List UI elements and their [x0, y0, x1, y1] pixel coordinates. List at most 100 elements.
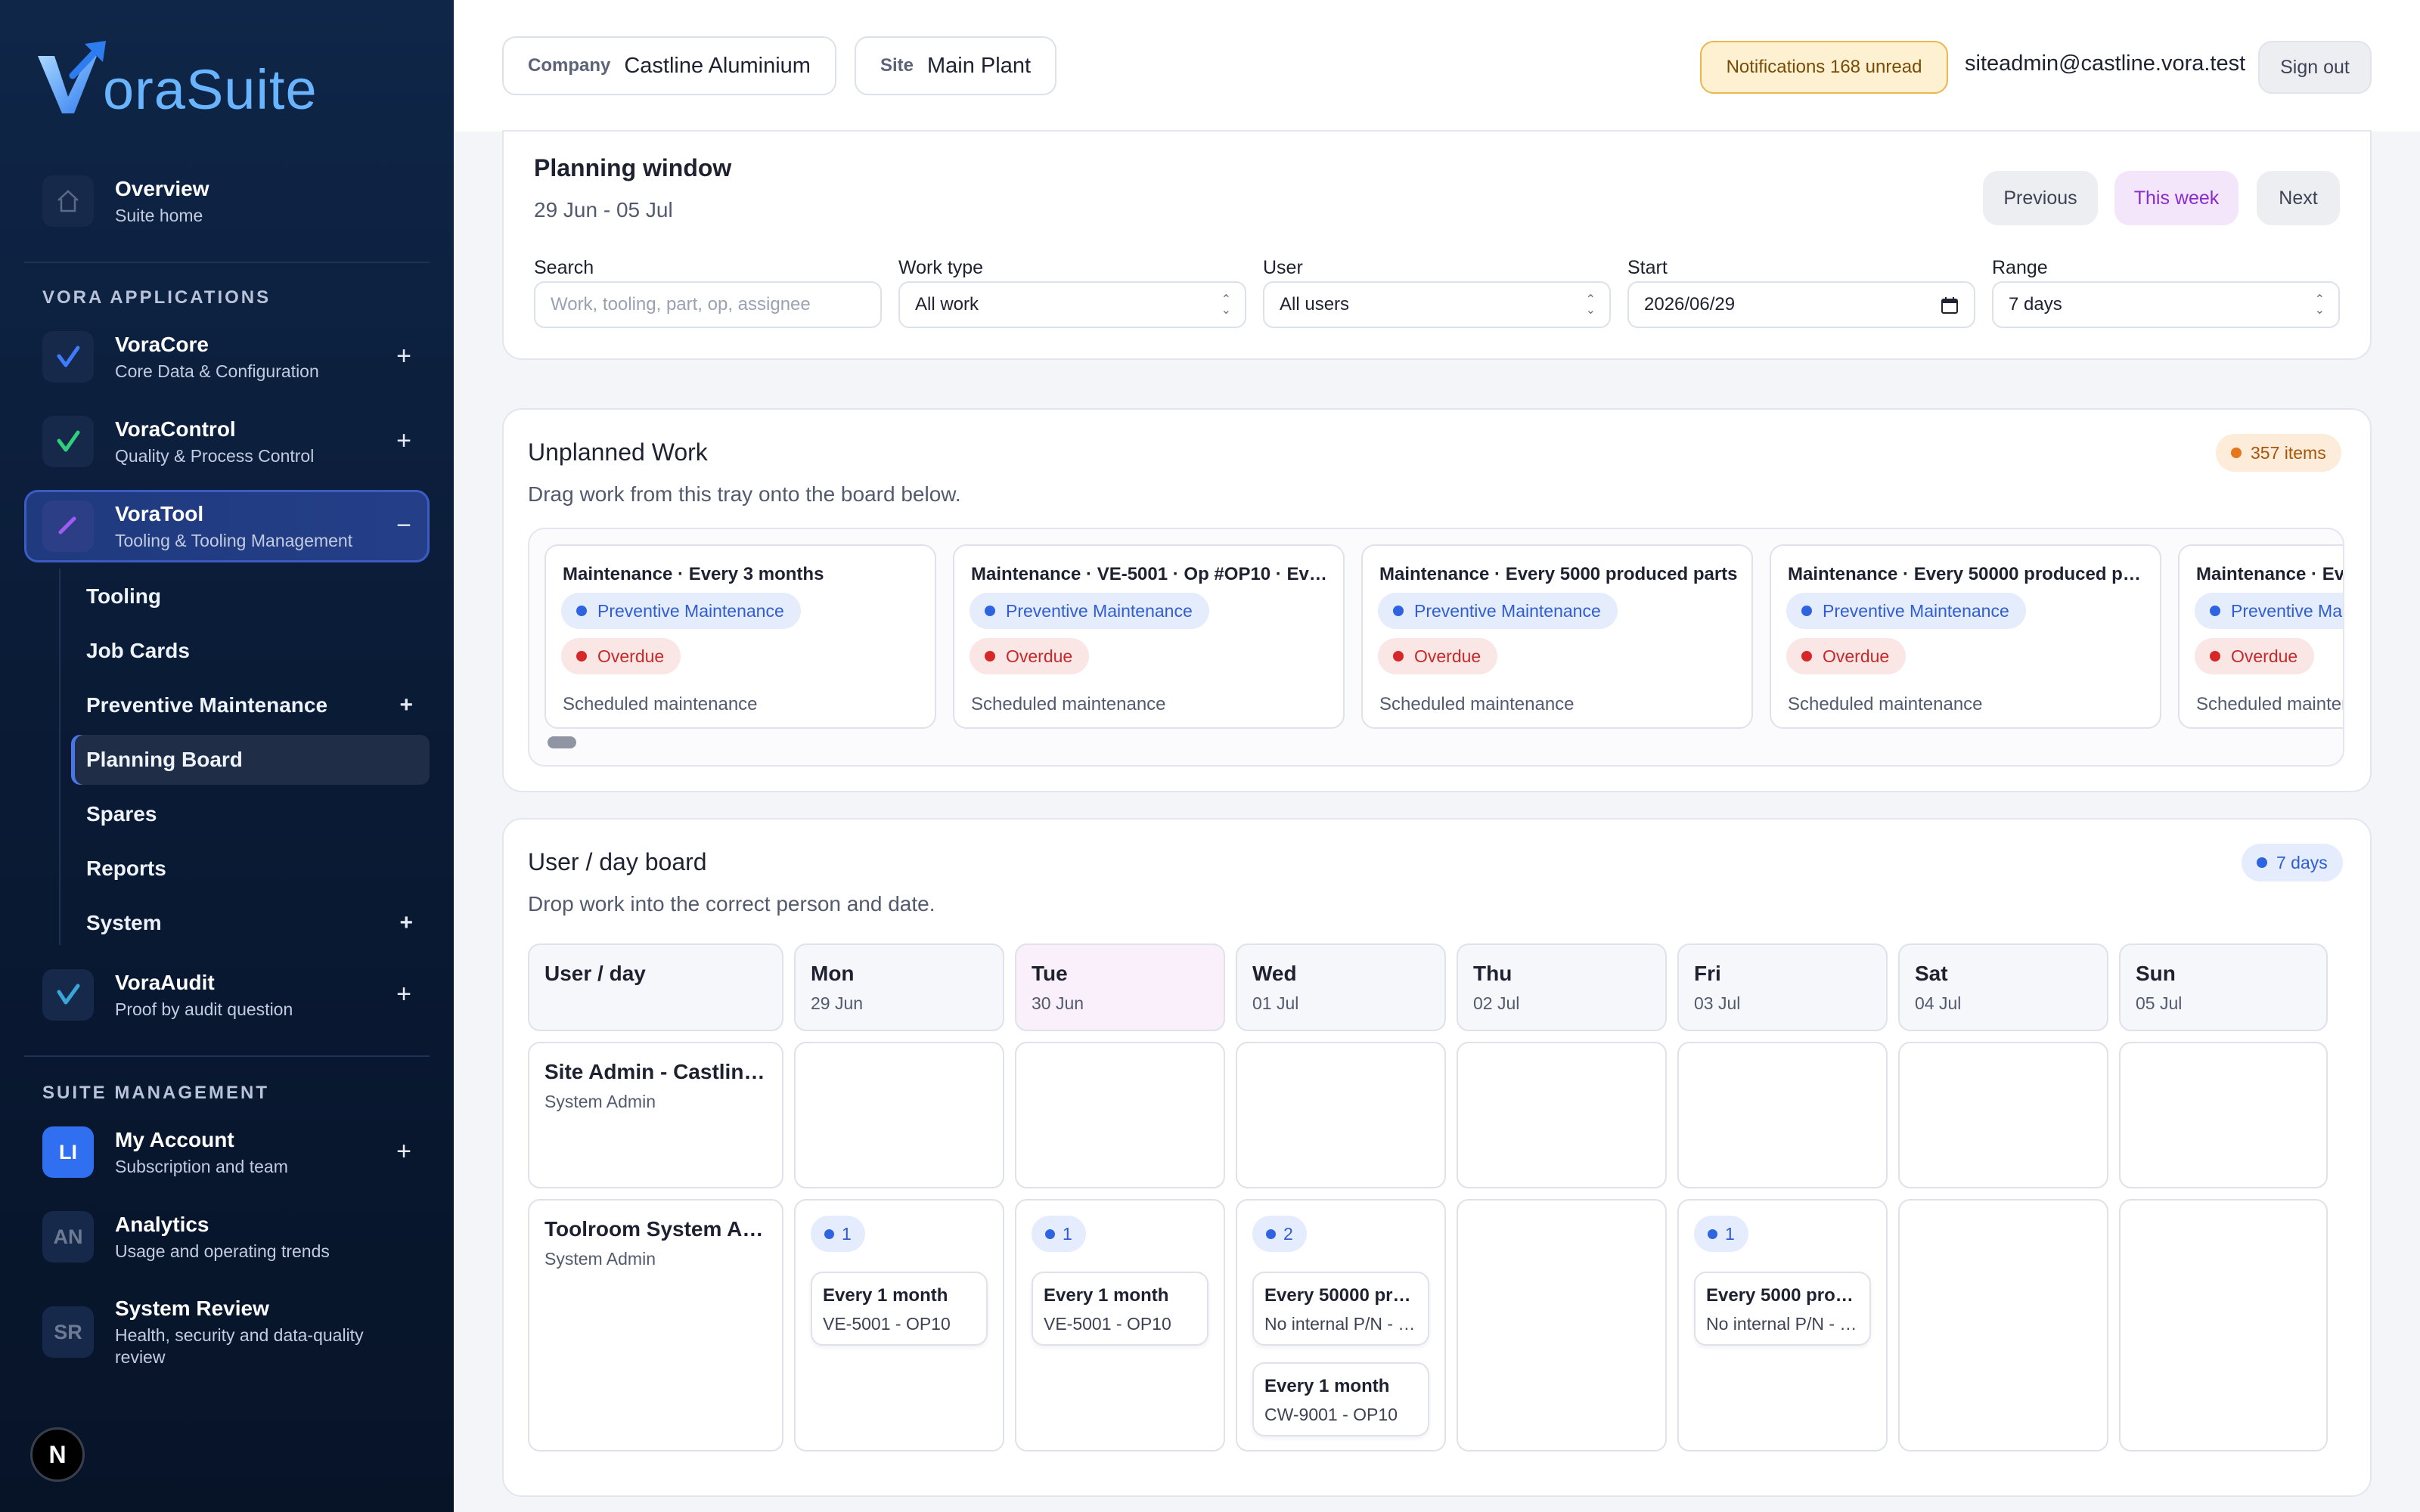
work-item-description: Scheduled maintenance [1788, 694, 1983, 714]
dev-tools-badge[interactable]: N [30, 1427, 85, 1482]
expand-icon[interactable]: + [396, 343, 411, 369]
work-type-value: All work [915, 294, 979, 314]
expand-icon[interactable]: + [396, 428, 411, 454]
expand-icon[interactable]: + [399, 910, 413, 936]
board-user-role: System Admin [544, 1092, 656, 1111]
task-title: Every 5000 produced parts [1706, 1285, 1860, 1306]
sidebar-item-system-review[interactable]: SR System Review Health, security and da… [24, 1294, 430, 1370]
corner-label: User / day [544, 962, 646, 985]
board-drop-cell[interactable] [2119, 1199, 2328, 1452]
board-drop-cell[interactable]: 1 Every 1 month VE-5001 - OP10 [794, 1199, 1004, 1452]
unplanned-work-tray[interactable]: Maintenance · Every 3 months Preventive … [528, 528, 2344, 767]
work-type-chip: Preventive Maintenance [2195, 593, 2343, 629]
sidebar-subitem-system[interactable]: System + [71, 898, 430, 948]
scheduled-task-card[interactable]: Every 1 month CW-9001 - OP10 [1252, 1362, 1429, 1436]
board-drop-cell[interactable] [1457, 1199, 1667, 1452]
scheduled-task-card[interactable]: Every 5000 produced parts No internal P/… [1694, 1272, 1871, 1346]
task-subtitle: No internal P/N - VE-5001 [1264, 1314, 1419, 1334]
board-drop-cell[interactable] [1015, 1042, 1225, 1188]
board-title: User / day board [528, 848, 707, 875]
board-drop-cell[interactable] [1236, 1042, 1446, 1188]
sign-out-button[interactable]: Sign out [2258, 41, 2372, 94]
sidebar-subitem-reports[interactable]: Reports [71, 844, 430, 894]
board-drop-cell[interactable]: 2 Every 50000 produced parts No internal… [1236, 1199, 1446, 1452]
board-drop-cell[interactable] [1898, 1199, 2108, 1452]
task-subtitle: CW-9001 - OP10 [1264, 1405, 1398, 1424]
user-email: siteadmin@castline.vora.test [1965, 51, 2246, 76]
day-header-sun: Sun 05 Jul [2119, 943, 2328, 1031]
sidebar-subitem-label: Preventive Maintenance [86, 693, 328, 717]
search-input[interactable]: Work, tooling, part, op, assignee [534, 281, 882, 328]
avatar: LI [42, 1126, 94, 1178]
sidebar-item-sublabel: Health, security and data-quality [115, 1325, 364, 1345]
logo-v-mark-icon [38, 41, 106, 113]
unplanned-work-subtitle: Drag work from this tray onto the board … [528, 482, 961, 506]
tray-scrollbar-thumb[interactable] [548, 736, 576, 748]
sidebar-item-voracore[interactable]: VoraCore Core Data & Configuration + [24, 321, 430, 393]
overdue-chip: Overdue [2195, 638, 2315, 674]
board-drop-cell[interactable] [2119, 1042, 2328, 1188]
sidebar-subitem-job-cards[interactable]: Job Cards [71, 626, 430, 676]
work-type-select[interactable]: All work ⌃ ⌄ [898, 281, 1246, 328]
site-value: Main Plant [927, 53, 1032, 78]
day-header-wed: Wed 01 Jul [1236, 943, 1446, 1031]
board-drop-cell[interactable]: 1 Every 1 month VE-5001 - OP10 [1015, 1199, 1225, 1452]
sidebar-item-label: My Account [115, 1127, 234, 1151]
this-week-button[interactable]: This week [2114, 171, 2238, 225]
day-header-fri: Fri 03 Jul [1677, 943, 1888, 1031]
unplanned-work-item[interactable]: Maintenance · Every 5000 produced parts … [1361, 544, 1753, 729]
sidebar-item-voracontrol[interactable]: VoraControl Quality & Process Control + [24, 405, 430, 478]
expand-icon[interactable]: + [396, 1139, 411, 1164]
next-button[interactable]: Next [2257, 171, 2340, 225]
board-drop-cell[interactable] [1898, 1042, 2108, 1188]
sidebar-item-analytics[interactable]: AN Analytics Usage and operating trends [24, 1201, 430, 1273]
work-item-description: Scheduled maintenance [1379, 694, 1575, 714]
sidebar-item-sublabel: Proof by audit question [115, 999, 293, 1019]
site-selector[interactable]: Site Main Plant [855, 36, 1057, 95]
task-count-badge: 1 [1032, 1216, 1086, 1252]
board-days-badge: 7 days [2242, 844, 2343, 881]
expand-icon[interactable]: + [396, 981, 411, 1007]
company-selector[interactable]: Company Castline Aluminium [502, 36, 836, 95]
sidebar-subitem-planning-board[interactable]: Planning Board [71, 735, 430, 785]
collapse-icon[interactable]: − [396, 513, 411, 538]
planning-range-text: 29 Jun - 05 Jul [534, 198, 673, 222]
overdue-chip: Overdue [561, 638, 681, 674]
sidebar-subitem-tooling[interactable]: Tooling [71, 572, 430, 621]
unplanned-work-item[interactable]: Maintenance · Every 3 months Preventive … [544, 544, 936, 729]
submenu-rail [59, 569, 60, 945]
notifications-button[interactable]: Notifications 168 unread [1700, 41, 1948, 94]
scheduled-task-card[interactable]: Every 50000 produced parts No internal P… [1252, 1272, 1429, 1346]
work-item-description: Scheduled maintenance [2196, 694, 2343, 714]
sidebar-item-overview[interactable]: Overview Suite home [24, 165, 430, 237]
unplanned-work-item[interactable]: Maintenance · Every 3 months Preventive … [2178, 544, 2343, 729]
range-value: 7 days [2009, 294, 2062, 314]
unplanned-work-item[interactable]: Maintenance · Every 50000 produced parts… [1770, 544, 2161, 729]
calendar-icon[interactable] [1941, 296, 1959, 320]
vorasuite-logo[interactable]: oraSuite [35, 35, 318, 118]
scheduled-task-card[interactable]: Every 1 month VE-5001 - OP10 [811, 1272, 988, 1346]
board-drop-cell[interactable]: 1 Every 5000 produced parts No internal … [1677, 1199, 1888, 1452]
sidebar-item-voratool[interactable]: VoraTool Tooling & Tooling Management − [24, 490, 430, 562]
site-label: Site [880, 55, 914, 76]
range-select[interactable]: 7 days ⌃ ⌄ [1992, 281, 2340, 328]
board-drop-cell[interactable] [1677, 1042, 1888, 1188]
expand-icon[interactable]: + [399, 692, 413, 718]
sidebar-item-my-account[interactable]: LI My Account Subscription and team + [24, 1116, 430, 1188]
previous-button[interactable]: Previous [1983, 171, 2098, 225]
sidebar-subitem-preventive-maintenance[interactable]: Preventive Maintenance + [71, 680, 430, 730]
sidebar-subitem-spares[interactable]: Spares [71, 789, 430, 839]
user-select[interactable]: All users ⌃ ⌄ [1263, 281, 1611, 328]
sidebar-item-label: Overview [115, 176, 209, 200]
task-title: Every 1 month [1044, 1285, 1169, 1306]
day-header-sat: Sat 04 Jul [1898, 943, 2108, 1031]
day-header-tue: Tue 30 Jun [1015, 943, 1225, 1031]
start-date-input[interactable]: 2026/06/29 [1627, 281, 1975, 328]
board-drop-cell[interactable] [794, 1042, 1004, 1188]
unplanned-work-item[interactable]: Maintenance · VE-5001 · Op #OP10 · Every… [953, 544, 1345, 729]
search-label: Search [534, 257, 594, 278]
board-drop-cell[interactable] [1457, 1042, 1667, 1188]
work-type-label: Work type [898, 257, 984, 278]
sidebar-item-voraaudit[interactable]: VoraAudit Proof by audit question + [24, 959, 430, 1031]
scheduled-task-card[interactable]: Every 1 month VE-5001 - OP10 [1032, 1272, 1208, 1346]
